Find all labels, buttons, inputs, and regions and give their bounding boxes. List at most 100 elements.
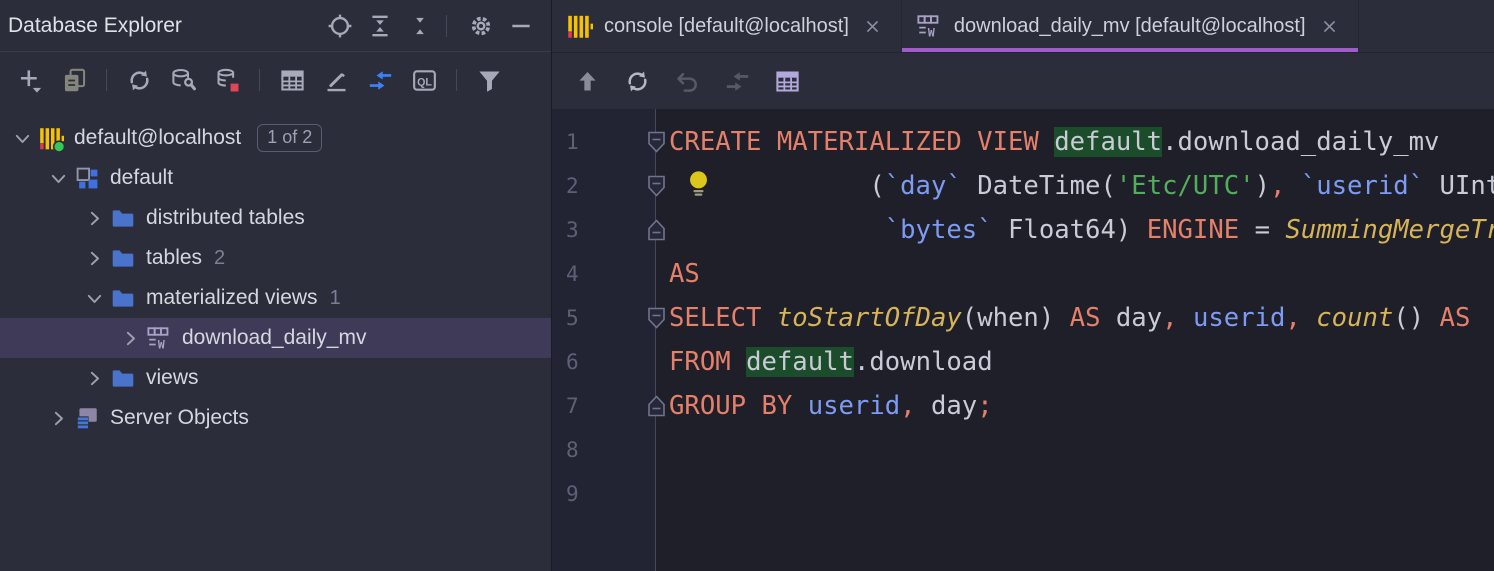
undo-icon[interactable] [671, 65, 703, 97]
folder-icon [110, 285, 136, 311]
fold-marker-icon[interactable] [647, 131, 666, 153]
tree-item-tables[interactable]: tables 2 [0, 238, 551, 278]
item-count: 1 [330, 287, 341, 310]
code-line-text: `bytes` Float64) ENGINE = SummingMergeTr… [669, 208, 1494, 252]
tree-item-download-daily-mv[interactable]: Wdownload_daily_mv [0, 318, 551, 358]
item-count: 2 [214, 247, 225, 270]
tree-item-views[interactable]: views [0, 358, 551, 398]
code-line-text: FROM default.download [669, 340, 1494, 384]
chevron-right-icon[interactable] [118, 326, 142, 350]
code-line-7: 7 GROUP BY userid, day; [552, 384, 1494, 428]
editor-toolbar [552, 53, 1494, 109]
line-number: 6 [552, 340, 642, 384]
locate-icon[interactable] [324, 10, 356, 42]
datasource-properties-icon[interactable] [167, 64, 199, 96]
code-line-text: GROUP BY userid, day; [669, 384, 1494, 428]
chevron-down-icon[interactable] [10, 126, 34, 150]
code-line-4: 4AS [552, 252, 1494, 296]
tree-item-server-objects[interactable]: Server Objects [0, 398, 551, 438]
tab-download-daily-mv[interactable]: Wdownload_daily_mv [default@localhost] [902, 0, 1359, 52]
table-view-icon[interactable] [771, 65, 803, 97]
code-line-3: 3 `bytes` Float64) ENGINE = SummingMerge… [552, 208, 1494, 252]
editor-pane: console [default@localhost] Wdownload_dai… [551, 0, 1494, 571]
jump-to-editor-icon[interactable] [721, 65, 753, 97]
editor-tab-bar: console [default@localhost] Wdownload_dai… [552, 0, 1494, 53]
close-tab-icon[interactable] [1318, 14, 1342, 38]
tree-item-label: tables [146, 246, 202, 270]
code-line-8: 8 [552, 428, 1494, 472]
tree-item-label: default [110, 166, 173, 190]
chevron-right-icon[interactable] [82, 246, 106, 270]
tab-console[interactable]: console [default@localhost] [552, 0, 902, 52]
tree-item-label: views [146, 366, 199, 390]
folder-icon [110, 205, 136, 231]
fold-marker-icon[interactable] [647, 175, 666, 197]
line-number: 5 [552, 296, 642, 340]
filter-icon[interactable] [473, 64, 505, 96]
line-number: 2 [552, 164, 642, 208]
toolbar-separator [106, 69, 107, 91]
tree-item-label: download_daily_mv [182, 326, 366, 350]
code-line-text [669, 428, 1494, 472]
submit-arrow-icon[interactable] [571, 65, 603, 97]
code-line-5: 5 SELECT toStartOfDay(when) AS day, useri… [552, 296, 1494, 340]
toolbar-separator [259, 69, 260, 91]
refresh-light-icon[interactable] [621, 65, 653, 97]
chevron-right-icon[interactable] [82, 206, 106, 230]
code-line-9: 9 [552, 472, 1494, 516]
tree-item-default[interactable]: default [0, 158, 551, 198]
tab-label: console [default@localhost] [604, 15, 849, 38]
folder-icon [110, 245, 136, 271]
clickhouse-icon [566, 13, 593, 40]
settings-icon[interactable] [465, 10, 497, 42]
refresh-icon[interactable] [123, 64, 155, 96]
tree-item-materialized-views[interactable]: materialized views1 [0, 278, 551, 318]
tree-item-distributed-tables[interactable]: distributed tables [0, 198, 551, 238]
table-data-icon[interactable] [276, 64, 308, 96]
database-explorer-panel: Database Explorer QL default@localhost1 … [0, 0, 551, 571]
code-line-6: 6 FROM default.download [552, 340, 1494, 384]
code-line-text: (`day` DateTime('Etc/UTC'), `userid` UIn… [669, 164, 1494, 208]
folder-icon [110, 365, 136, 391]
code-line-text: SELECT toStartOfDay(when) AS day, userid… [669, 296, 1494, 340]
connection-count-badge: 1 of 2 [257, 124, 322, 152]
toolbar-separator [446, 15, 447, 37]
line-number: 8 [552, 428, 642, 472]
tree-item-label: distributed tables [146, 206, 305, 230]
mv-icon: W [146, 325, 172, 351]
code-line-text: AS [669, 252, 1494, 296]
panel-header-actions [316, 10, 537, 42]
chevron-down-icon[interactable] [82, 286, 106, 310]
chevron-right-icon[interactable] [46, 406, 70, 430]
schema-icon [74, 165, 100, 191]
explorer-toolbar: QL [0, 52, 551, 108]
fold-marker-icon[interactable] [647, 395, 666, 417]
panel-title: Database Explorer [6, 14, 182, 38]
disconnect-icon[interactable] [211, 64, 243, 96]
code-line-text: CREATE MATERIALIZED VIEW default.downloa… [669, 120, 1494, 164]
chevron-right-icon[interactable] [82, 366, 106, 390]
hide-panel-icon[interactable] [505, 10, 537, 42]
jump-to-console-icon[interactable] [364, 64, 396, 96]
line-number: 7 [552, 384, 642, 428]
line-number: 9 [552, 472, 642, 516]
new-item-icon[interactable] [14, 64, 46, 96]
query-console-icon[interactable]: QL [408, 64, 440, 96]
server-icon [74, 405, 100, 431]
fold-marker-icon[interactable] [647, 219, 666, 241]
tree-item-label: Server Objects [110, 406, 249, 430]
expand-all-icon[interactable] [364, 10, 396, 42]
svg-text:W: W [158, 337, 165, 351]
chevron-down-icon[interactable] [46, 166, 70, 190]
close-tab-icon[interactable] [861, 14, 885, 38]
sql-editor[interactable]: 1 CREATE MATERIALIZED VIEW default.downlo… [552, 109, 1494, 571]
duplicate-icon[interactable] [58, 64, 90, 96]
modify-icon[interactable] [320, 64, 352, 96]
line-number: 1 [552, 120, 642, 164]
svg-text:W: W [928, 25, 935, 39]
fold-marker-icon[interactable] [647, 307, 666, 329]
collapse-all-icon[interactable] [404, 10, 436, 42]
tab-label: download_daily_mv [default@localhost] [954, 15, 1306, 38]
tree-item-default-localhost[interactable]: default@localhost1 of 2 [0, 118, 551, 158]
database-tree: default@localhost1 of 2 default distribute… [0, 108, 551, 571]
